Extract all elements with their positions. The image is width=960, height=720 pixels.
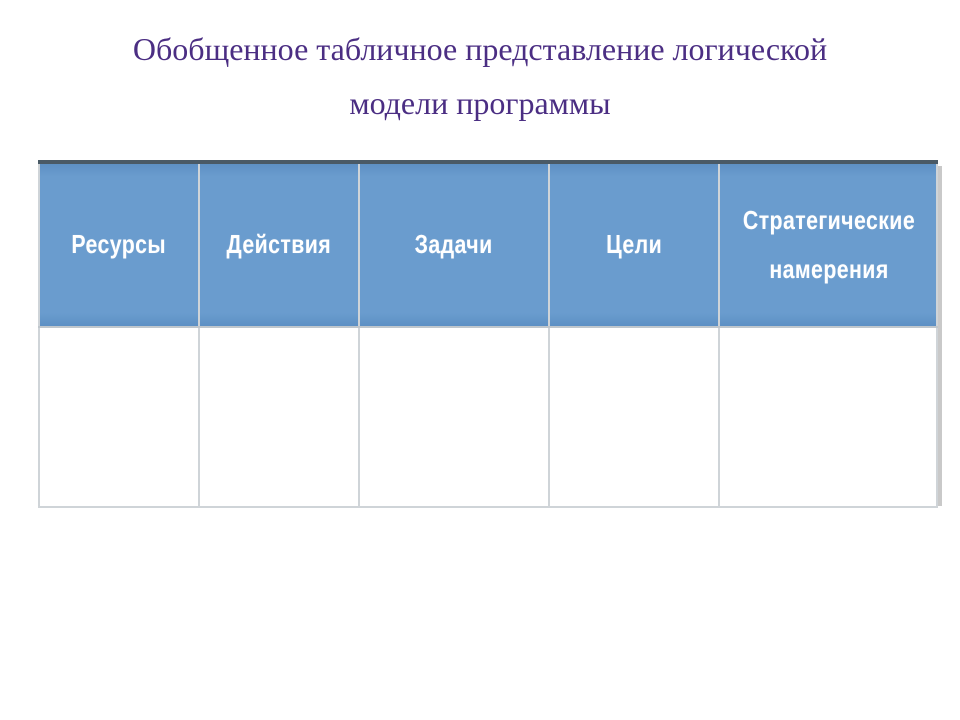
cell-resources	[39, 327, 199, 507]
col-header-label: Задачи	[415, 220, 493, 269]
page-title: Обобщенное табличное представление логич…	[0, 0, 960, 131]
col-header-actions: Действия	[199, 162, 359, 327]
table-header-row: Ресурсы Действия Задачи Цели Стратегичес…	[39, 162, 937, 327]
cell-tasks	[359, 327, 549, 507]
col-header-label: Стратегические намерения	[743, 196, 915, 295]
cell-strategic-intentions	[719, 327, 937, 507]
col-header-label: Ресурсы	[72, 220, 167, 269]
table-container: Ресурсы Действия Задачи Цели Стратегичес…	[38, 160, 942, 508]
col-header-strategic-intentions: Стратегические намерения	[719, 162, 937, 327]
col-header-resources: Ресурсы	[39, 162, 199, 327]
col-header-goals: Цели	[549, 162, 719, 327]
col-header-tasks: Задачи	[359, 162, 549, 327]
slide: Обобщенное табличное представление логич…	[0, 0, 960, 720]
logic-model-table: Ресурсы Действия Задачи Цели Стратегичес…	[38, 160, 938, 508]
col-header-label: Действия	[227, 220, 332, 269]
cell-goals	[549, 327, 719, 507]
title-line-1: Обобщенное табличное представление логич…	[133, 31, 827, 67]
title-line-2: модели программы	[349, 85, 610, 121]
col-header-label: Цели	[606, 220, 662, 269]
table-row	[39, 327, 937, 507]
cell-actions	[199, 327, 359, 507]
